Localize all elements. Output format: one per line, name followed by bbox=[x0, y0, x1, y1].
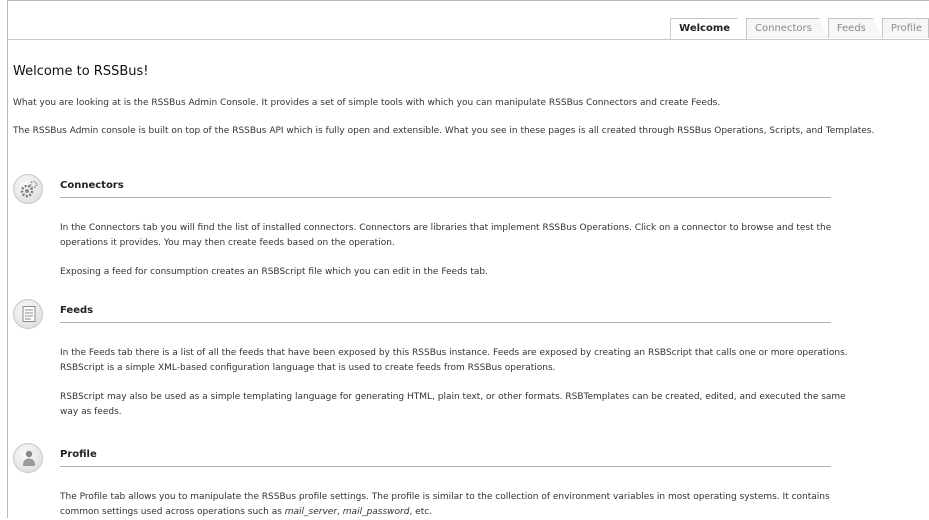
admin-console-frame: Welcome Connectors Feeds Profile Welcome… bbox=[7, 0, 929, 518]
tab-feeds[interactable]: Feeds bbox=[828, 18, 883, 38]
tab-profile[interactable]: Profile bbox=[881, 18, 929, 38]
feeds-paragraph-2: RSBScript may also be used as a simple t… bbox=[60, 392, 846, 417]
feeds-heading: Feeds bbox=[60, 305, 831, 323]
user-icon bbox=[13, 443, 43, 473]
page-title: Welcome to RSSBus! bbox=[13, 64, 149, 79]
gears-icon bbox=[13, 174, 43, 204]
connectors-heading: Connectors bbox=[60, 180, 831, 198]
profile-text-start: The Profile tab allows you to manipulate… bbox=[60, 492, 830, 517]
connectors-paragraph-2: Exposing a feed for consumption creates … bbox=[60, 267, 488, 277]
tab-welcome[interactable]: Welcome bbox=[670, 18, 747, 39]
intro-paragraph-2: The RSSBus Admin console is built on top… bbox=[13, 126, 875, 136]
profile-paragraph-1: The Profile tab allows you to manipulate… bbox=[60, 490, 850, 520]
mail-server-setting: mail_server bbox=[284, 507, 338, 517]
document-icon bbox=[13, 299, 43, 329]
tab-bar: Welcome Connectors Feeds Profile bbox=[8, 1, 929, 40]
profile-heading: Profile bbox=[60, 449, 831, 467]
intro-paragraph-1: What you are looking at is the RSSBus Ad… bbox=[13, 98, 721, 108]
profile-text-end: , etc. bbox=[409, 507, 433, 517]
mail-password-setting: mail_password bbox=[342, 507, 410, 517]
tabs: Welcome Connectors Feeds Profile bbox=[671, 18, 929, 39]
tab-connectors[interactable]: Connectors bbox=[746, 18, 829, 38]
connectors-paragraph-1: In the Connectors tab you will find the … bbox=[60, 223, 832, 248]
feeds-paragraph-1: In the Feeds tab there is a list of all … bbox=[60, 348, 848, 373]
